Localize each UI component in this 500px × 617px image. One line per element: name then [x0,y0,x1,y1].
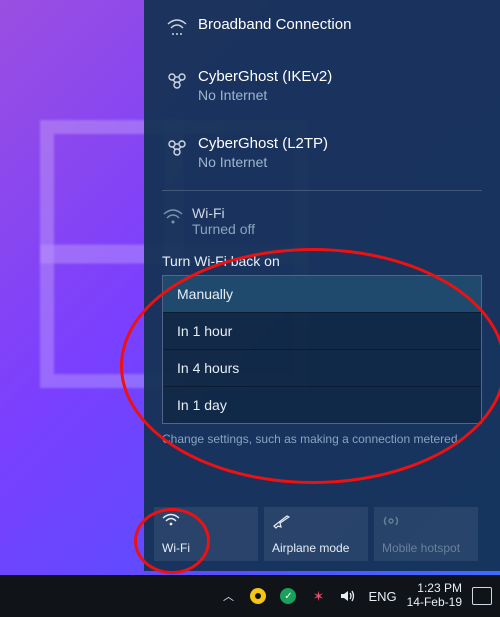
connection-name: Broadband Connection [198,16,351,33]
turn-wifi-back-on-label: Turn Wi-Fi back on [144,241,500,275]
tile-airplane-mode[interactable]: Airplane mode [264,507,368,561]
tile-label: Mobile hotspot [382,541,470,555]
connection-status: No Internet [198,87,332,103]
tile-mobile-hotspot[interactable]: Mobile hotspot [374,507,478,561]
vpn-icon [162,68,192,90]
connection-name: CyberGhost (IKEv2) [198,68,332,85]
tile-wifi[interactable]: Wi-Fi [154,507,258,561]
clock-date: 14-Feb-19 [407,596,462,610]
tray-app-icon[interactable] [248,586,268,606]
wifi-back-on-dropdown[interactable]: Manually In 1 hour In 4 hours In 1 day [162,275,482,424]
taskbar: ︿ ✶ ENG 1:23 PM 14-Feb-19 [0,575,500,617]
clock-time: 1:23 PM [407,582,462,596]
tile-label: Airplane mode [272,541,360,555]
action-center-icon[interactable] [472,586,492,606]
settings-hint: Change settings, such as making a connec… [144,424,500,454]
airplane-icon [272,513,360,529]
connection-item[interactable]: Broadband Connection [144,0,500,52]
volume-icon[interactable] [338,586,358,606]
wifi-title: Wi-Fi [192,205,255,221]
network-flyout: Broadband Connection CyberGhost (IKEv2) … [144,0,500,571]
option-1-hour[interactable]: In 1 hour [163,312,481,349]
broadband-icon [162,16,192,36]
language-indicator[interactable]: ENG [368,589,396,604]
wifi-icon [162,513,250,527]
quick-action-tiles: Wi-Fi Airplane mode Mobile hotspot [154,507,478,561]
hotspot-icon [382,513,470,529]
tray-overflow-icon[interactable]: ︿ [218,586,238,606]
wifi-off-icon [162,205,192,225]
connection-status: No Internet [198,154,328,170]
connection-item[interactable]: CyberGhost (L2TP) No Internet [144,119,500,186]
wifi-status: Turned off [192,221,255,237]
wifi-status-row[interactable]: Wi-Fi Turned off [144,195,500,241]
tray-app-icon[interactable] [278,586,298,606]
connection-name: CyberGhost (L2TP) [198,135,328,152]
option-1-day[interactable]: In 1 day [163,386,481,423]
tray-app-icon[interactable]: ✶ [308,586,328,606]
taskbar-clock[interactable]: 1:23 PM 14-Feb-19 [407,582,462,610]
divider [162,190,482,191]
option-manually[interactable]: Manually [163,276,481,312]
connection-item[interactable]: CyberGhost (IKEv2) No Internet [144,52,500,119]
option-4-hours[interactable]: In 4 hours [163,349,481,386]
vpn-icon [162,135,192,157]
tile-label: Wi-Fi [162,541,250,555]
